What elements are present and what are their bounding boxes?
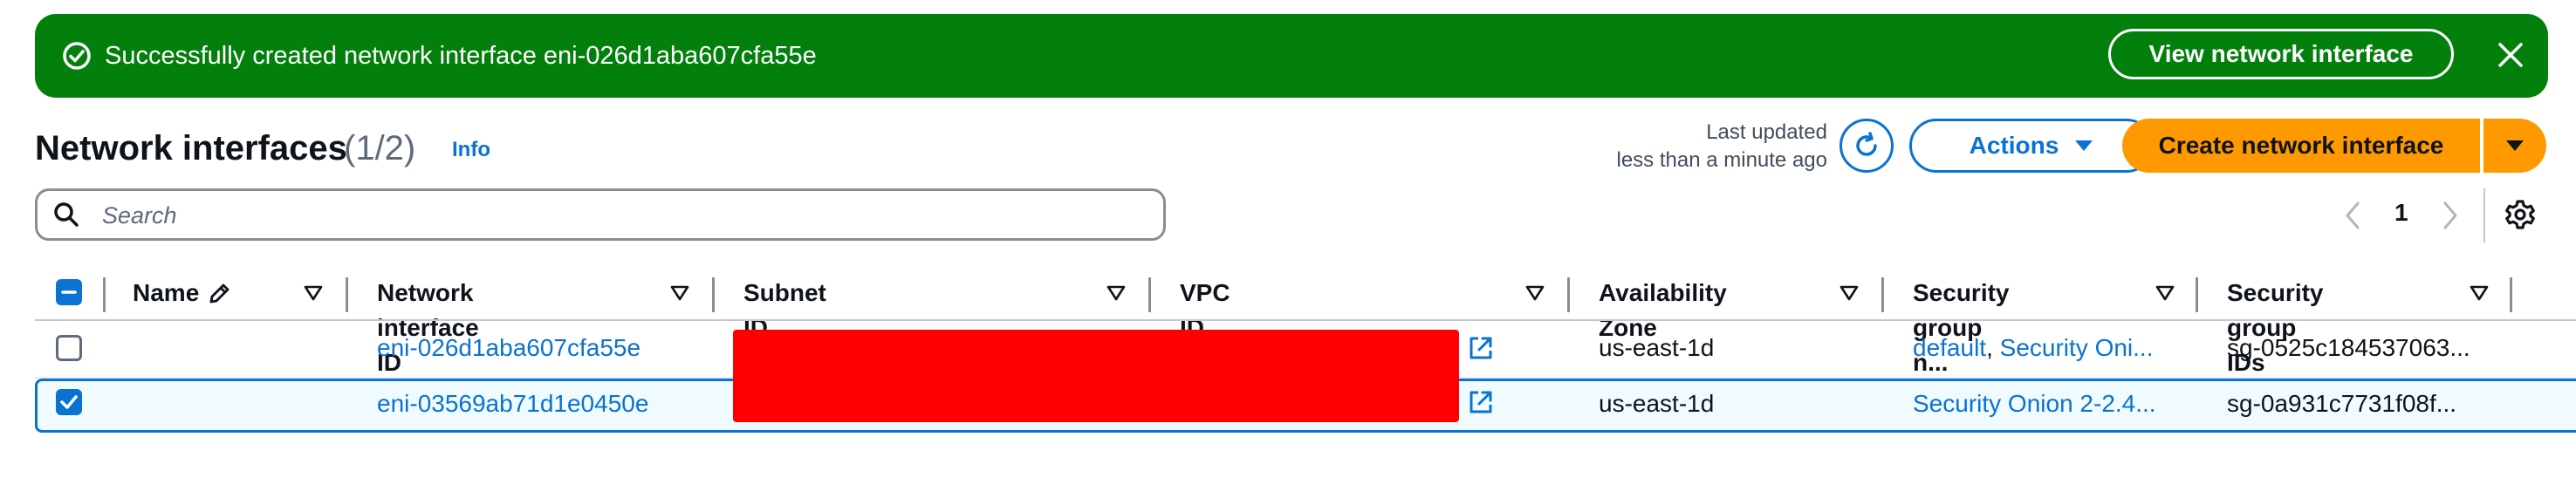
last-updated: Last updated less than a minute ago bbox=[1536, 119, 1828, 174]
external-link-icon[interactable] bbox=[1468, 335, 1494, 361]
cell-availability-zone: us-east-1d bbox=[1599, 390, 1715, 417]
column-header-security-group-names[interactable]: Security group n... bbox=[1913, 276, 2010, 380]
external-link-icon[interactable] bbox=[1468, 389, 1494, 415]
last-updated-label: Last updated bbox=[1706, 120, 1827, 144]
create-network-interface-button[interactable]: Create network interface bbox=[2122, 119, 2480, 173]
last-updated-value: less than a minute ago bbox=[1616, 148, 1828, 172]
pencil-icon bbox=[209, 283, 230, 304]
selection-count: (1/2) bbox=[344, 129, 416, 167]
security-group-link[interactable]: default bbox=[1913, 334, 1986, 361]
sort-icon[interactable] bbox=[1840, 284, 1859, 302]
security-group-link[interactable]: Security Oni... bbox=[2000, 334, 2154, 361]
actions-label: Actions bbox=[1969, 132, 2059, 159]
previous-page-icon[interactable] bbox=[2340, 201, 2365, 230]
cell-security-group-names: default, Security Oni... bbox=[1913, 331, 2153, 365]
cell-network-interface-id-link[interactable]: eni-026d1aba607cfa55e bbox=[377, 331, 641, 365]
create-dropdown-button[interactable] bbox=[2484, 119, 2546, 173]
sort-icon[interactable] bbox=[304, 284, 323, 302]
refresh-icon bbox=[1856, 132, 1877, 156]
cell-network-interface-id-link[interactable]: eni-03569ab71d1e0450e bbox=[377, 387, 648, 420]
view-network-interface-button[interactable]: View network interface bbox=[2108, 29, 2454, 79]
list-separator: , bbox=[1986, 334, 2000, 361]
sort-icon[interactable] bbox=[2155, 284, 2175, 302]
column-divider bbox=[103, 277, 106, 312]
next-page-icon[interactable] bbox=[2438, 201, 2463, 230]
column-header-security-group-ids[interactable]: Security group IDs bbox=[2227, 276, 2324, 380]
caret-down-icon bbox=[2075, 140, 2093, 151]
gear-icon[interactable] bbox=[2504, 199, 2536, 230]
caret-down-icon bbox=[2506, 140, 2524, 151]
close-icon[interactable] bbox=[2496, 40, 2525, 70]
sort-icon[interactable] bbox=[1106, 284, 1126, 302]
refresh-button[interactable] bbox=[1840, 119, 1894, 173]
cell-security-group-ids: sg-0a931c7731f08f... bbox=[2227, 390, 2457, 417]
column-divider bbox=[2510, 277, 2512, 312]
column-divider bbox=[346, 277, 348, 312]
success-flash-banner: Successfully created network interface e… bbox=[35, 14, 2548, 98]
table-header-divider bbox=[35, 319, 2576, 321]
search-field[interactable] bbox=[35, 188, 1166, 241]
sort-icon[interactable] bbox=[670, 284, 689, 302]
sort-icon[interactable] bbox=[1525, 284, 1545, 302]
info-link[interactable]: Info bbox=[452, 138, 490, 162]
column-divider bbox=[1881, 277, 1884, 312]
search-input[interactable] bbox=[100, 198, 1134, 233]
sort-icon[interactable] bbox=[2470, 284, 2489, 302]
actions-dropdown-button[interactable]: Actions bbox=[1909, 119, 2154, 173]
flash-message: Successfully created network interface e… bbox=[105, 42, 817, 70]
row-checkbox[interactable] bbox=[56, 389, 82, 415]
column-divider bbox=[1567, 277, 1570, 312]
redacted-area bbox=[733, 330, 1459, 422]
success-check-icon bbox=[63, 42, 91, 70]
page-title: Network interfaces bbox=[35, 129, 347, 167]
column-divider bbox=[1148, 277, 1151, 312]
column-header-network-interface-id[interactable]: Network interface ID bbox=[377, 276, 479, 380]
column-divider bbox=[712, 277, 715, 312]
check-icon bbox=[60, 395, 78, 409]
search-icon bbox=[54, 202, 79, 227]
cell-security-group-ids: sg-0525c184537063... bbox=[2227, 334, 2470, 361]
select-all-checkbox[interactable] bbox=[56, 279, 82, 305]
current-page[interactable]: 1 bbox=[2394, 199, 2408, 227]
column-header-name[interactable]: Name bbox=[133, 276, 199, 311]
cell-availability-zone: us-east-1d bbox=[1599, 334, 1715, 361]
pagination-divider bbox=[2484, 188, 2485, 242]
column-divider bbox=[2196, 277, 2198, 312]
row-checkbox[interactable] bbox=[56, 335, 82, 361]
minus-icon bbox=[61, 290, 77, 294]
security-group-link[interactable]: Security Onion 2-2.4... bbox=[1913, 387, 2156, 420]
column-header-label: Name bbox=[133, 279, 200, 306]
